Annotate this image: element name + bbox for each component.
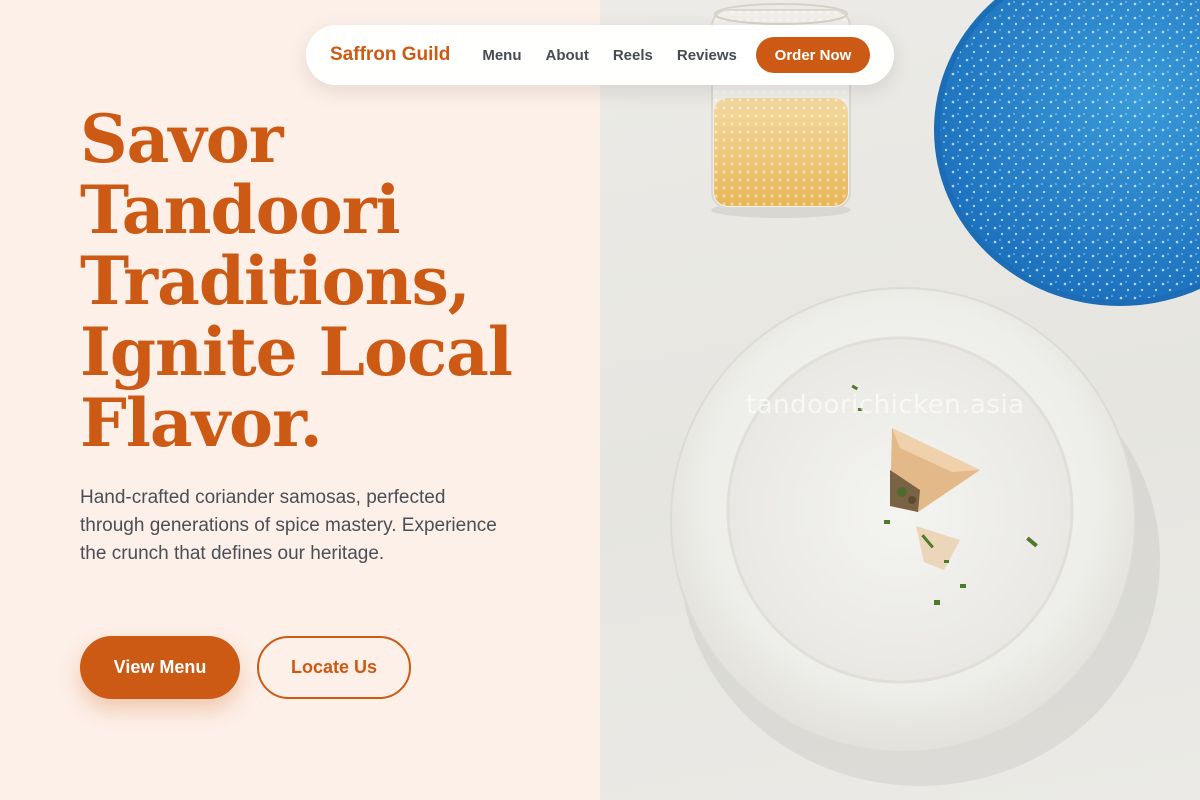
nav-link-reels[interactable]: Reels (613, 47, 653, 64)
view-menu-button[interactable]: View Menu (80, 636, 240, 699)
hero-title-line: Tandoori (80, 171, 401, 249)
blue-plate (934, 0, 1200, 306)
hero-subtitle: Hand-crafted coriander samosas, perfecte… (80, 487, 497, 564)
hero-title-line: Ignite Local (80, 313, 513, 391)
white-plate (670, 287, 1136, 753)
nav-links: Menu About Reels Reviews (482, 47, 737, 64)
watermark-text: tandoorichicken.asia (746, 390, 1025, 420)
hero-title-line: Flavor. (80, 384, 323, 462)
locate-us-button[interactable]: Locate Us (257, 636, 411, 699)
nav-link-about[interactable]: About (546, 47, 589, 64)
hero-image: tandoorichicken.asia (600, 0, 1200, 800)
order-now-button[interactable]: Order Now (756, 37, 870, 73)
hero-title-line: Traditions, (80, 242, 471, 320)
brand-logo[interactable]: Saffron Guild (330, 44, 450, 66)
top-navigation: Saffron Guild Menu About Reels Reviews O… (306, 25, 894, 85)
hero-text-panel: Savor Tandoori Traditions, Ignite Local … (0, 0, 600, 800)
hero-title: Savor Tandoori Traditions, Ignite Local … (80, 104, 580, 459)
nav-link-reviews[interactable]: Reviews (677, 47, 737, 64)
nav-link-menu[interactable]: Menu (482, 47, 521, 64)
hero-title-line: Savor (80, 100, 284, 178)
